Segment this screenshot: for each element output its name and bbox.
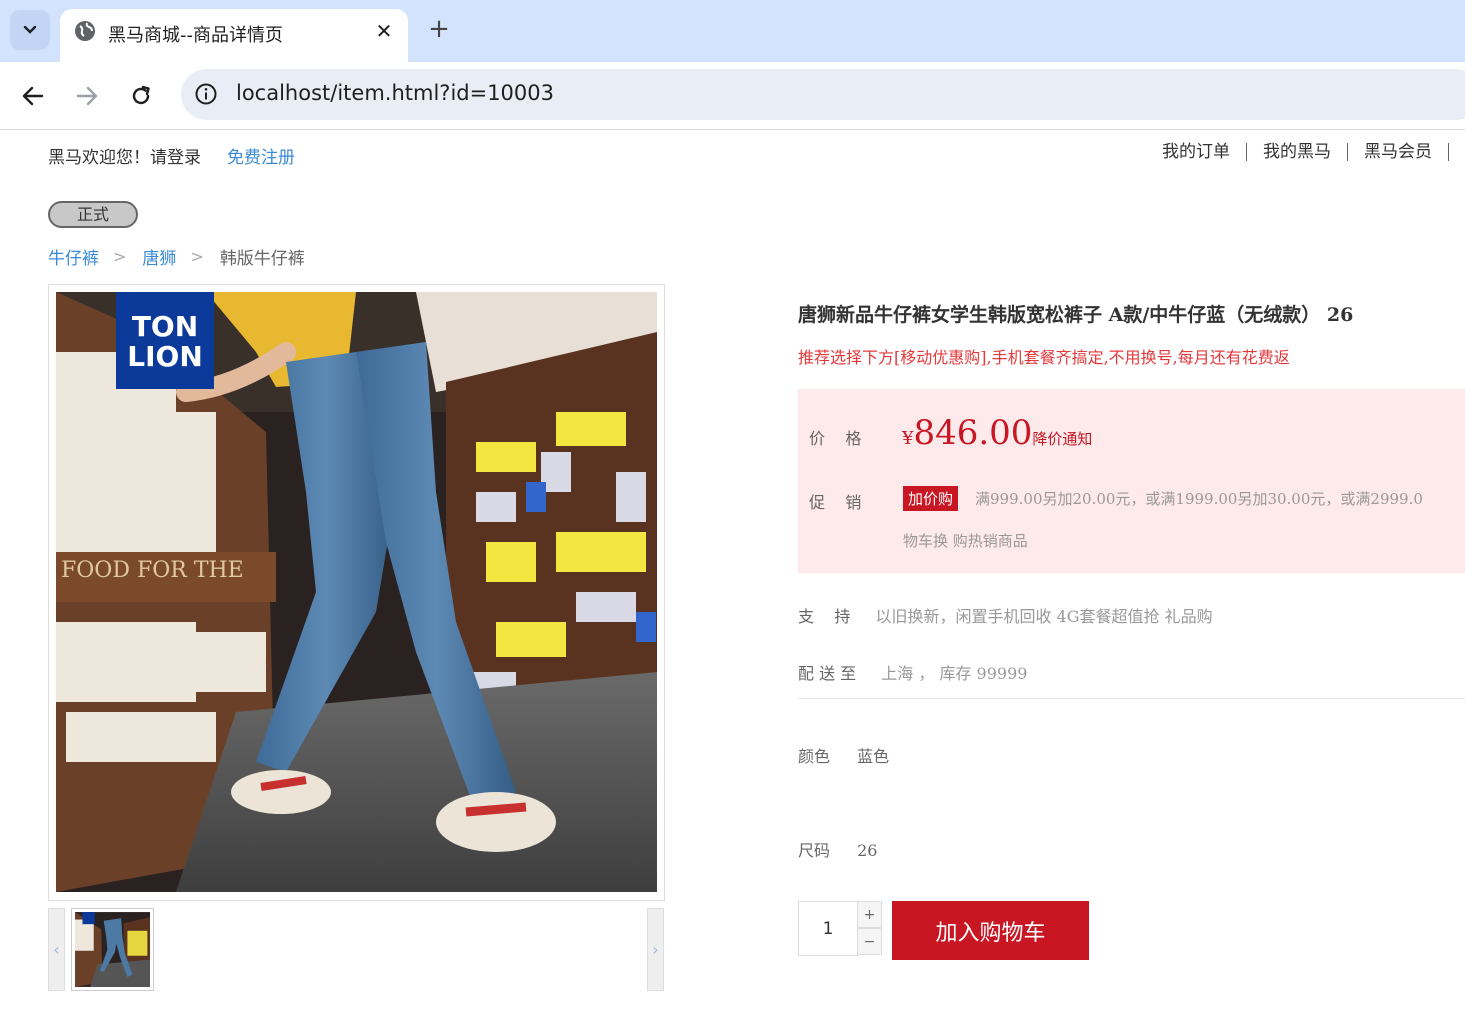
globe-icon <box>75 21 95 41</box>
tab-title: 黑马商城--商品详情页 <box>108 25 283 46</box>
support-row: 支 持 以旧换新，闲置手机回收 4G套餐超值抢 礼品购 <box>798 603 1213 627</box>
new-tab-button[interactable]: + <box>424 14 454 44</box>
price-drop-notify-link[interactable]: 降价通知 <box>1032 430 1092 448</box>
thumbnail-next-arrow[interactable]: › <box>647 908 664 991</box>
size-option[interactable]: 26 <box>857 841 877 860</box>
quantity-plus-button[interactable]: + <box>857 901 882 928</box>
promotion-text: 满999.00另加20.00元，或满1999.00另加30.00元，或满2999… <box>975 490 1423 508</box>
currency-symbol: ¥ <box>902 428 914 449</box>
reload-button[interactable] <box>121 76 161 116</box>
arrow-left-icon <box>22 86 44 106</box>
my-heima-link[interactable]: 我的黑马 <box>1247 143 1348 161</box>
color-option[interactable]: 蓝色 <box>857 747 889 766</box>
delivery-value: 上海 ， 库存 99999 <box>881 664 1028 683</box>
address-bar[interactable]: localhost/item.html?id=10003 <box>181 69 1465 120</box>
svg-text:FOOD FOR THE: FOOD FOR THE <box>61 558 244 583</box>
product-promo-line: 推荐选择下方[移动优惠购],手机套餐齐搞定,不用换号,每月还有花费返 <box>798 348 1290 367</box>
register-link[interactable]: 免费注册 <box>227 143 295 168</box>
thumbnail-photo <box>75 912 150 987</box>
thumbnail-prev-arrow[interactable]: ‹ <box>48 908 65 991</box>
price-value: ¥846.00降价通知 <box>902 413 1092 453</box>
price-panel: 价 格 ¥846.00降价通知 促 销 加价购 满999.00另加20.00元，… <box>798 389 1465 573</box>
chevron-down-icon <box>23 25 37 34</box>
browser-tab-bar: 黑马商城--商品详情页 ✕ + <box>0 0 1465 62</box>
info-icon[interactable] <box>195 83 217 105</box>
top-nav-links: 我的订单 我的黑马 黑马会员 <box>1146 143 1449 161</box>
browser-toolbar: localhost/item.html?id=10003 <box>0 62 1465 130</box>
delivery-label: 配 送 至 <box>798 664 857 683</box>
product-main-image-frame: FOOD FOR THE TON LION <box>48 284 665 901</box>
arrow-right-icon <box>76 86 98 106</box>
price-amount: 846.00 <box>913 413 1033 453</box>
size-label: 尺码 <box>798 841 831 860</box>
promotion-label: 促 销 <box>809 493 862 512</box>
support-label: 支 持 <box>798 607 851 626</box>
size-row: 尺码 26 <box>798 837 877 861</box>
delivery-row: 配 送 至 上海 ， 库存 99999 <box>798 660 1027 684</box>
breadcrumb-item-brand[interactable]: 唐狮 <box>142 244 176 269</box>
brand-logo-line1: TON <box>132 310 198 343</box>
tab-list-button[interactable] <box>10 10 50 50</box>
environment-badge[interactable]: 正式 <box>48 201 138 228</box>
add-to-cart-button[interactable]: 加入购物车 <box>892 901 1089 960</box>
my-orders-link[interactable]: 我的订单 <box>1146 143 1247 161</box>
breadcrumb-item-jeans[interactable]: 牛仔裤 <box>48 244 99 269</box>
promotion-tag: 加价购 <box>903 486 959 511</box>
product-photo: FOOD FOR THE TON LION <box>56 292 657 892</box>
back-button[interactable] <box>13 76 53 116</box>
breadcrumb-item-current: 韩版牛仔裤 <box>219 249 305 269</box>
price-label: 价 格 <box>809 429 862 448</box>
url-text[interactable]: localhost/item.html?id=10003 <box>236 81 554 105</box>
browser-tab-active[interactable]: 黑马商城--商品详情页 ✕ <box>60 9 408 62</box>
quantity-input[interactable]: 1 <box>798 901 858 956</box>
support-value: 以旧换新，闲置手机回收 4G套餐超值抢 礼品购 <box>875 607 1213 626</box>
color-row: 颜色 蓝色 <box>798 743 889 767</box>
color-label: 颜色 <box>798 747 831 766</box>
chevron-right-icon: > <box>190 247 204 266</box>
product-title: 唐狮新品牛仔裤女学生韩版宽松裤子 A款/中牛仔蓝（无绒款） 26 <box>798 304 1354 326</box>
forward-button[interactable] <box>67 76 107 116</box>
brand-logo-line2: LION <box>127 340 203 373</box>
close-tab-icon[interactable]: ✕ <box>372 19 396 43</box>
thumbnail-strip: ‹ › <box>48 908 664 992</box>
thumbnail-image[interactable] <box>71 908 154 991</box>
quantity-minus-button[interactable]: − <box>857 928 882 955</box>
promotion-text-continued: 物车换 购热销商品 <box>903 532 1028 550</box>
chevron-right-icon: > <box>113 247 127 266</box>
heima-member-link[interactable]: 黑马会员 <box>1348 143 1449 161</box>
divider <box>798 698 1465 699</box>
welcome-login-text[interactable]: 黑马欢迎您！请登录 <box>48 143 201 168</box>
product-main-image[interactable]: FOOD FOR THE TON LION <box>56 292 657 892</box>
breadcrumb: 牛仔裤 > 唐狮 > 韩版牛仔裤 <box>48 244 305 269</box>
reload-icon <box>132 85 150 105</box>
